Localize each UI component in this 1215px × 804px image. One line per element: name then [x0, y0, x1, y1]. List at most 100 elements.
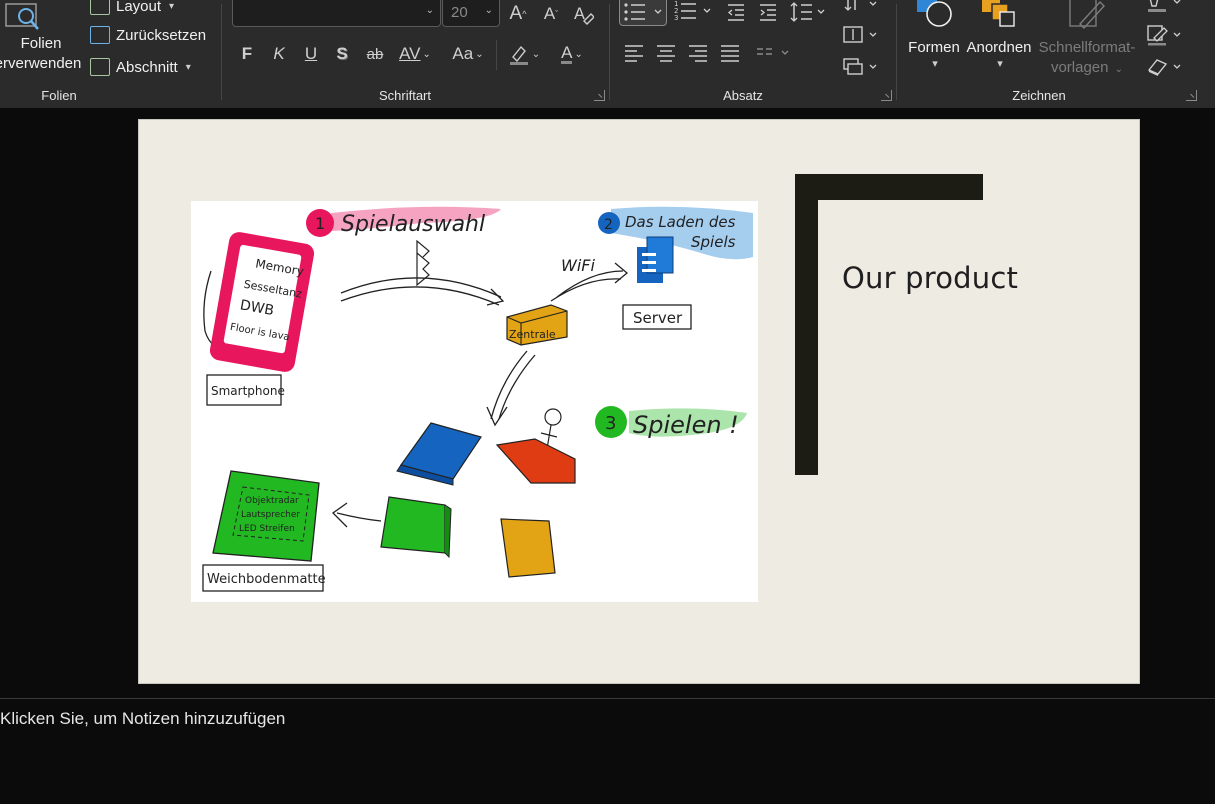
layout-icon: [90, 0, 110, 15]
chevron-down-icon: ⌄: [425, 5, 434, 16]
shape-fill-button[interactable]: [1146, 0, 1186, 19]
quick-styles-label-2: vorlagen ⌄: [1050, 59, 1124, 76]
title-frame-horizontal: [795, 174, 983, 200]
sketch-image[interactable]: 1 Spielauswahl 2 Das Laden des Spiels Me…: [191, 201, 758, 602]
strikethrough-button[interactable]: ab: [363, 42, 387, 66]
shape-outline-button[interactable]: [1146, 24, 1186, 51]
numbering-button[interactable]: 1 2 3: [674, 0, 714, 26]
character-spacing-button[interactable]: AV ⌄: [394, 42, 436, 66]
layout-button[interactable]: Layout ▾: [90, 0, 174, 18]
font-size-combo[interactable]: 20 ⌄: [442, 0, 500, 27]
reset-label: Zurücksetzen: [116, 26, 207, 44]
chevron-down-icon: ⌄: [484, 5, 493, 16]
align-left-button[interactable]: [624, 44, 644, 67]
separator: [896, 4, 897, 100]
align-right-icon: [689, 45, 707, 62]
product-sketch: 1 Spielauswahl 2 Das Laden des Spiels Me…: [202, 206, 753, 592]
decrease-indent-icon: [727, 4, 744, 21]
chevron-down-icon: ⌄: [574, 48, 583, 60]
section-button[interactable]: Abschnitt ▾: [90, 55, 191, 79]
slide-title[interactable]: Our product: [842, 261, 1018, 295]
paragraph-dialog-launcher[interactable]: [881, 90, 892, 101]
wifi-label: WiFi: [561, 256, 595, 275]
mat-label: Weichbodenmatte: [207, 572, 326, 587]
mat-line-3: LED Streifen: [239, 524, 295, 534]
italic-button[interactable]: K: [268, 42, 290, 66]
step-1-label: Spielauswahl: [341, 212, 485, 237]
yellow-tile: [500, 518, 556, 578]
tile-to-mat-arrow: [336, 512, 382, 522]
smartart-icon: [843, 58, 877, 75]
step-3-number: 3: [605, 413, 616, 434]
bullet-list-icon: [624, 3, 662, 21]
text-direction-icon: [844, 0, 877, 11]
clear-formatting-button[interactable]: A: [570, 2, 596, 26]
change-case-button[interactable]: Aa ⌄: [448, 42, 488, 66]
bold-button[interactable]: F: [236, 42, 258, 66]
chevron-down-icon: ⌄: [475, 48, 484, 60]
green-tile: [380, 496, 446, 554]
shrink-font-button[interactable]: Aˇ: [538, 2, 564, 26]
reset-button[interactable]: Zurücksetzen: [90, 23, 206, 47]
group-label-absatz: Absatz: [723, 88, 763, 103]
bullets-button[interactable]: [619, 0, 667, 26]
text-direction-button[interactable]: [842, 0, 882, 21]
highlight-button[interactable]: ⌄: [504, 42, 544, 66]
font-size-value: 20: [451, 4, 468, 21]
columns-button[interactable]: [756, 44, 792, 67]
step-2-label-line2: Spiels: [691, 233, 736, 251]
numbered-list-icon: 1 2 3: [674, 0, 711, 22]
font-color-button[interactable]: A ⌄: [552, 42, 592, 66]
paint-bucket-icon: [1148, 0, 1181, 12]
central-label: Zentrale: [509, 328, 556, 341]
line-spacing-button[interactable]: [790, 0, 830, 29]
quick-styles-icon: [1069, 0, 1105, 30]
shapes-icon: [917, 0, 952, 27]
group-label-schriftart: Schriftart: [378, 88, 431, 103]
align-center-button[interactable]: [656, 44, 676, 67]
reuse-slides-label-1: Folien: [20, 35, 62, 52]
shapes-button[interactable]: Formen ▾: [904, 0, 964, 70]
align-left-icon: [625, 45, 643, 62]
notes-placeholder[interactable]: Klicken Sie, um Notizen hinzuzufügen: [0, 709, 285, 729]
underline-button[interactable]: U: [300, 42, 322, 66]
grow-font-button[interactable]: A ^: [505, 2, 531, 26]
group-label-folien: Folien: [41, 88, 77, 103]
justify-icon: [721, 45, 739, 62]
justify-button[interactable]: [720, 44, 740, 67]
shape-effects-button[interactable]: [1146, 56, 1186, 83]
slide-canvas[interactable]: 1 Spielauswahl 2 Das Laden des Spiels Me…: [138, 119, 1140, 684]
stick-figure-icon: [544, 408, 562, 426]
mat-line-2: Lautsprecher: [241, 510, 300, 520]
reuse-slides-icon: [5, 3, 39, 30]
chevron-down-icon: ▾: [169, 0, 175, 12]
align-right-button[interactable]: [688, 44, 708, 67]
font-color-label: A: [561, 42, 573, 64]
drawing-dialog-launcher[interactable]: [1186, 90, 1197, 101]
smartphone-label: Smartphone: [211, 384, 285, 398]
section-icon: [90, 58, 110, 76]
arrange-label: Anordnen: [966, 39, 1032, 56]
step-2-number: 2: [604, 217, 613, 233]
align-text-icon: [843, 26, 877, 43]
separator: [221, 4, 222, 100]
font-dialog-launcher[interactable]: [594, 90, 605, 101]
step-1-number: 1: [315, 214, 325, 233]
svg-text:3: 3: [674, 14, 678, 22]
font-name-combo[interactable]: ⌄: [232, 0, 441, 27]
notes-divider[interactable]: [0, 698, 1215, 699]
quick-styles-button[interactable]: Schnellformat- vorlagen ⌄: [1036, 0, 1138, 80]
increase-indent-button[interactable]: [758, 2, 778, 27]
shadow-button[interactable]: S: [331, 42, 353, 66]
smartart-button[interactable]: [842, 56, 882, 83]
decrease-indent-button[interactable]: [726, 2, 746, 27]
align-text-button[interactable]: [842, 24, 882, 51]
arrange-button[interactable]: Anordnen ▾: [964, 0, 1034, 70]
eraser-icon: [1147, 59, 1181, 76]
reset-icon: [90, 26, 110, 44]
central-to-tiles-arrow: [490, 350, 536, 420]
reuse-slides-label-2: erverwenden: [0, 55, 82, 72]
group-label-zeichnen: Zeichnen: [1012, 88, 1066, 103]
increase-indent-icon: [760, 4, 776, 21]
reuse-slides-button[interactable]: Folien erverwenden: [0, 2, 82, 74]
